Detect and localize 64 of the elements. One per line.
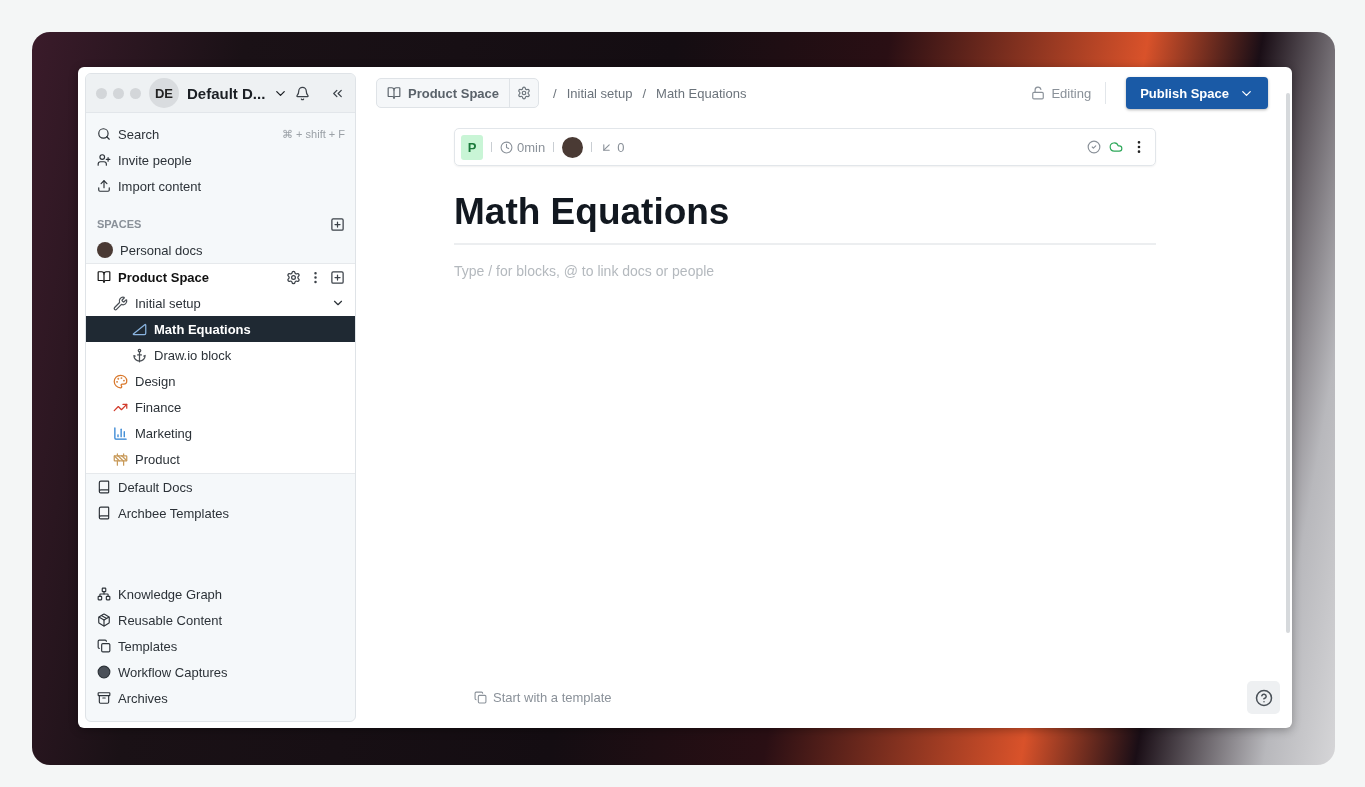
book-icon: [97, 506, 111, 520]
link-icon: [97, 587, 111, 601]
sidebar-action[interactable]: Import content: [86, 173, 355, 199]
breadcrumb-separator: /: [553, 85, 557, 101]
tree-item[interactable]: Draw.io block: [86, 342, 355, 368]
avatar[interactable]: [562, 136, 584, 158]
tree-item-icon: [113, 373, 128, 389]
sidebar-item[interactable]: Personal docs: [86, 237, 355, 263]
link-icon: [97, 691, 111, 705]
read-time: 0min: [500, 139, 546, 155]
cloud-icon[interactable]: [1109, 140, 1123, 154]
sidebar-item[interactable]: Default Docs: [86, 474, 355, 500]
status-badge[interactable]: P: [461, 134, 483, 160]
unlocked-padlock-icon: [1031, 86, 1046, 100]
action-icon: [97, 153, 111, 167]
space-title[interactable]: Product Space: [118, 269, 279, 285]
sidebar-item[interactable]: Archives: [86, 685, 355, 711]
sidebar-item[interactable]: Knowledge Graph: [86, 581, 355, 607]
tree-item-icon: [132, 321, 147, 337]
sidebar-item[interactable]: Templates: [86, 633, 355, 659]
book-icon: [97, 480, 111, 494]
avatar: [97, 242, 113, 258]
sidebar-action[interactable]: Invite people: [86, 147, 355, 173]
help-button[interactable]: [1247, 681, 1280, 714]
scrollbar[interactable]: [1286, 93, 1290, 633]
bell-icon[interactable]: [295, 85, 310, 101]
check-icon[interactable]: [1087, 140, 1101, 154]
book-icon: [387, 86, 401, 100]
tree-item-icon: [132, 347, 147, 363]
action-icon: [97, 127, 111, 141]
add-page-icon[interactable]: [330, 269, 345, 285]
breadcrumb-link[interactable]: Math Equations: [656, 85, 747, 101]
action-icon: [97, 179, 111, 193]
workspace-avatar: DE: [149, 78, 179, 108]
tree-item[interactable]: Finance: [86, 394, 355, 420]
tree-item-icon: [113, 451, 128, 467]
keyboard-shortcut: ⌘ + shift + F: [282, 127, 345, 141]
clock-icon: [500, 140, 513, 154]
link-icon: [97, 665, 111, 679]
breadcrumb-separator: /: [642, 85, 647, 101]
workspace-switcher[interactable]: Default D...: [185, 84, 289, 102]
settings-icon[interactable]: [286, 269, 301, 285]
help-icon: [1254, 688, 1273, 707]
copy-icon: [474, 691, 487, 704]
book-icon: [97, 270, 111, 284]
tree-item[interactable]: Product: [86, 446, 355, 472]
sidebar-item[interactable]: Workflow Captures: [86, 659, 355, 685]
tree-item-icon: [113, 425, 128, 441]
space-button[interactable]: Product Space: [377, 79, 511, 107]
add-space-icon[interactable]: [330, 216, 345, 232]
tree-item-icon: [113, 295, 128, 311]
tree-item[interactable]: Math Equations: [86, 316, 355, 342]
sidebar-item[interactable]: Reusable Content: [86, 607, 355, 633]
publish-button[interactable]: Publish Space: [1126, 77, 1268, 109]
doc-title[interactable]: Math Equations: [454, 191, 1156, 245]
breadcrumb-link[interactable]: Initial setup: [566, 85, 633, 101]
tree-item[interactable]: Design: [86, 368, 355, 394]
link-icon: [97, 613, 111, 627]
section-heading: SPACES: [97, 218, 143, 230]
link-icon: [97, 639, 111, 653]
sidebar-item[interactable]: Archbee Templates: [86, 500, 355, 526]
tree-item[interactable]: Marketing: [86, 420, 355, 446]
tree-item[interactable]: Initial setup: [86, 290, 355, 316]
sidebar-action[interactable]: Search ⌘ + shift + F: [86, 121, 355, 147]
